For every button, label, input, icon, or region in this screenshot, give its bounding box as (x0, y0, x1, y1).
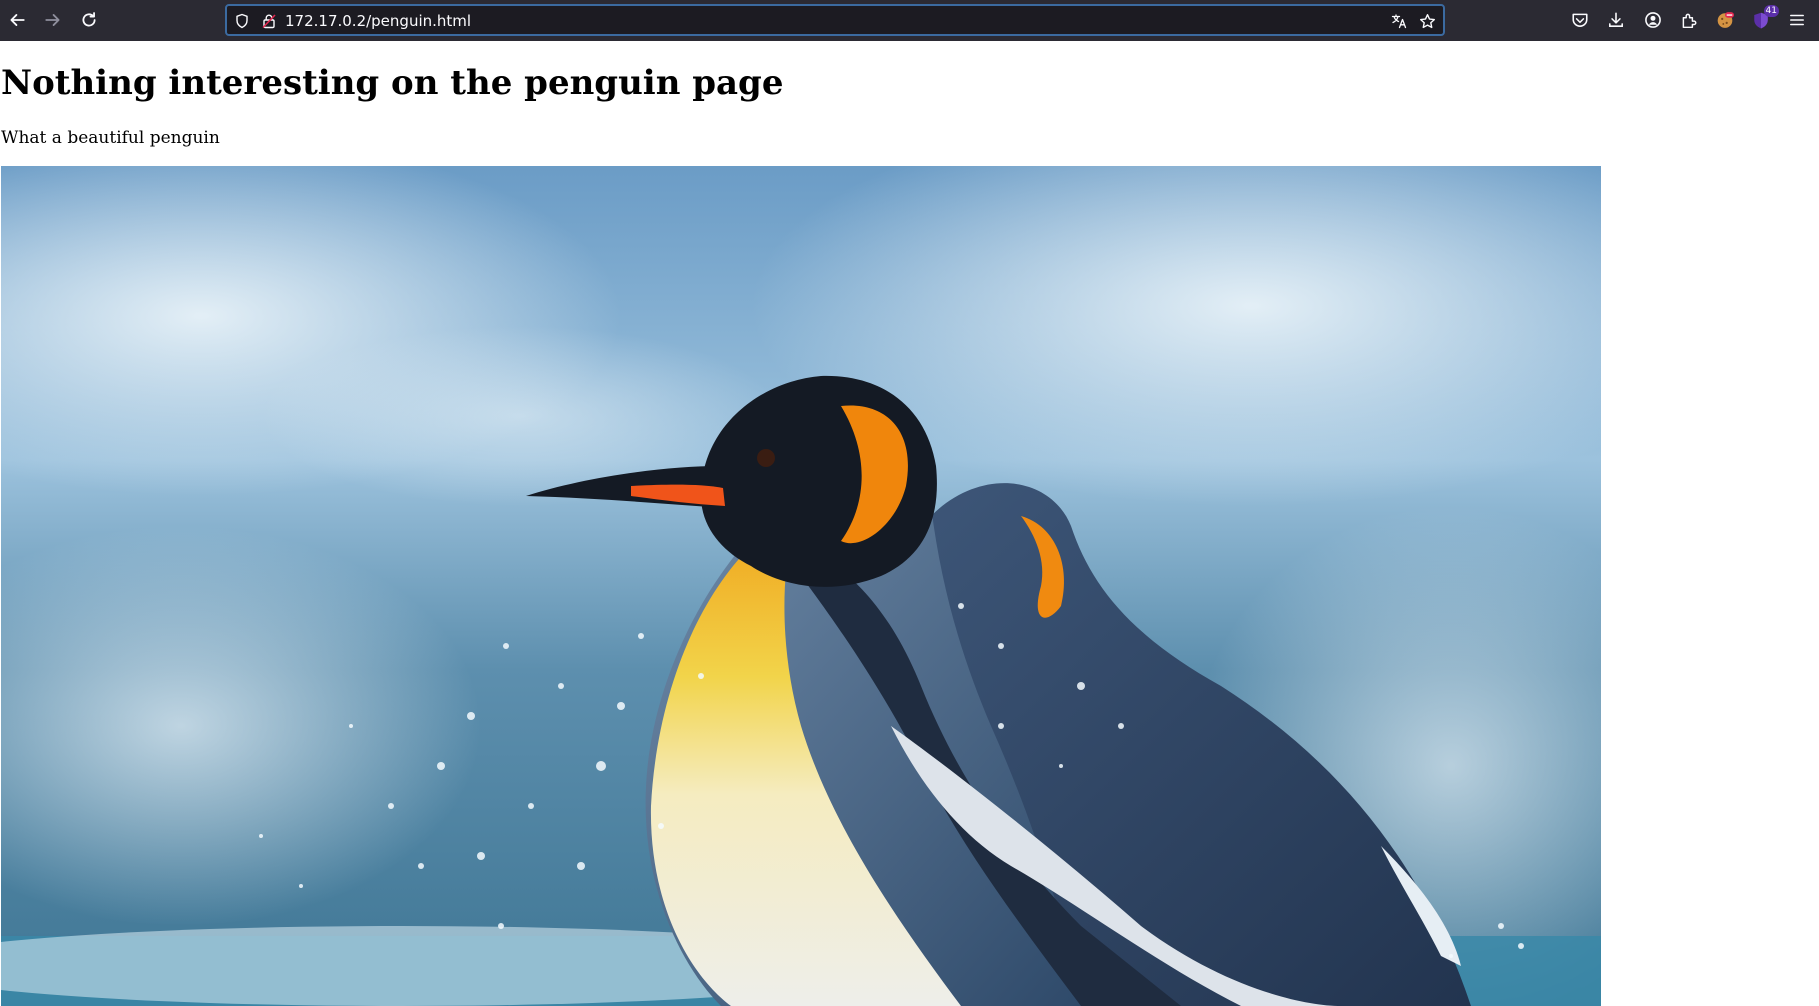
ublock-extension-icon[interactable]: 41 (1749, 5, 1779, 32)
download-icon[interactable] (1604, 8, 1628, 32)
translate-icon[interactable] (1389, 11, 1409, 31)
lock-icon[interactable] (260, 12, 278, 30)
penguin-image (1, 166, 1601, 1006)
url-text[interactable]: 172.17.0.2/penguin.html (285, 12, 471, 30)
hamburger-menu-icon[interactable] (1785, 8, 1809, 32)
url-bar[interactable]: 172.17.0.2/penguin.html (225, 4, 1445, 36)
shield-icon[interactable] (233, 12, 251, 30)
star-icon[interactable] (1417, 11, 1437, 31)
reload-icon (82, 12, 96, 27)
pocket-icon[interactable] (1568, 8, 1592, 32)
browser-toolbar: 172.17.0.2/penguin.html 41 (0, 0, 1819, 41)
page-content: Nothing interesting on the penguin page … (0, 41, 1819, 1006)
king-penguins-photo (1, 166, 1601, 1006)
page-title: Nothing interesting on the penguin page (1, 63, 784, 103)
ublock-badge: 41 (1763, 5, 1779, 17)
page-subtitle: What a beautiful penguin (1, 128, 220, 148)
reload-button[interactable] (74, 6, 104, 34)
arrow-left-icon (10, 14, 25, 26)
forward-button[interactable] (38, 6, 68, 34)
account-icon[interactable] (1641, 8, 1665, 32)
back-button[interactable] (2, 6, 32, 34)
arrow-right-icon (45, 14, 60, 26)
cookie-extension-icon[interactable] (1713, 8, 1737, 32)
extensions-icon[interactable] (1677, 8, 1701, 32)
